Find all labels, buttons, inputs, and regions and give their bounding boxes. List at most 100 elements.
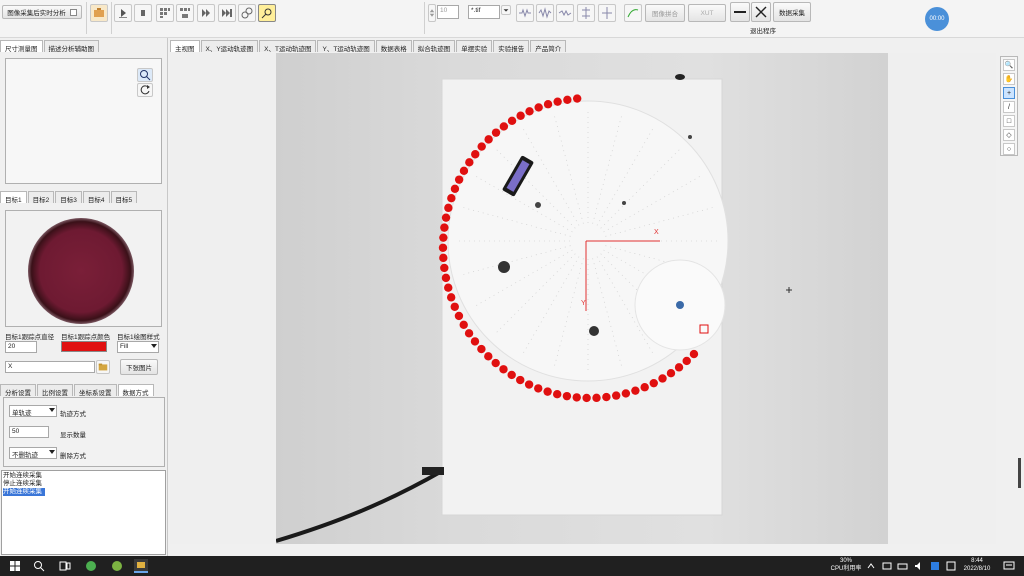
track-tool-icon[interactable]: [258, 4, 276, 22]
trajectory-point: [491, 358, 500, 368]
tab-target-2[interactable]: 目标2: [27, 191, 55, 204]
image-path-input[interactable]: X: [5, 361, 95, 373]
app-android-icon[interactable]: [110, 559, 124, 573]
tab-main-view[interactable]: 主视图: [170, 40, 200, 53]
hand-icon[interactable]: ✋: [1003, 73, 1015, 85]
refresh-icon[interactable]: [137, 83, 153, 97]
close-button[interactable]: [751, 2, 771, 22]
tab-product-intro[interactable]: 产品简介: [530, 40, 567, 53]
display-count-input[interactable]: 50: [9, 426, 49, 438]
trajectory-point: [552, 390, 562, 399]
diamond-tool-icon[interactable]: ◇: [1003, 129, 1015, 141]
file-type-value: *.tif: [471, 7, 481, 14]
log-list[interactable]: 开始连续采集 停止连续采集 开始连续采集: [1, 470, 166, 555]
circle-tool-icon[interactable]: ○: [1003, 143, 1015, 155]
minimize-button[interactable]: [730, 2, 750, 22]
chevron-down-icon: [49, 408, 55, 412]
log-item[interactable]: 停止连续采集: [3, 480, 164, 488]
chevron-up-icon[interactable]: [864, 559, 878, 573]
line-tool-icon[interactable]: /: [1003, 101, 1015, 113]
windows-start-icon[interactable]: [8, 559, 22, 573]
image-viewer[interactable]: X Y: [170, 53, 996, 544]
fast-forward-icon[interactable]: [218, 4, 236, 22]
tab-report[interactable]: 实验报告: [493, 40, 530, 53]
frames-icon[interactable]: [176, 4, 194, 22]
tab-data-mode[interactable]: 数据方式: [117, 384, 154, 397]
tab-target-1[interactable]: 目标1: [0, 191, 27, 204]
tab-xy-track[interactable]: X、Y运动轨迹图: [200, 40, 259, 53]
tab-xt-track[interactable]: X、T运动轨迹图: [259, 40, 317, 53]
trajectory-point: [450, 302, 459, 311]
search-icon[interactable]: [32, 559, 46, 573]
tab-data-table[interactable]: 数据表格: [375, 40, 412, 53]
file-type-dropdown-icon[interactable]: [501, 5, 511, 15]
tab-target-3[interactable]: 目标3: [55, 191, 82, 204]
folder-icon[interactable]: [96, 360, 110, 374]
input-method-icon[interactable]: [928, 559, 942, 573]
play-icon[interactable]: [197, 4, 215, 22]
data-collect-button[interactable]: 数据采集: [773, 2, 811, 22]
track-size-input[interactable]: 20: [5, 341, 37, 353]
crosshair-icon[interactable]: +: [1003, 87, 1015, 99]
waveform-2-icon[interactable]: [536, 4, 554, 22]
trajectory-point: [621, 389, 631, 398]
realtime-analysis-button[interactable]: 图像采集后实时分析: [2, 5, 82, 19]
waveform-icon[interactable]: [516, 4, 534, 22]
app-green-icon[interactable]: [84, 559, 98, 573]
xut-label: XUT: [700, 9, 714, 17]
separator: [424, 2, 425, 34]
file-type-select[interactable]: *.tif: [468, 5, 500, 19]
tab-yt-track[interactable]: Y、T运动轨迹图: [317, 40, 375, 53]
network-icon[interactable]: [880, 559, 894, 573]
trajectory-point: [553, 97, 562, 106]
draw-style-select[interactable]: Fill: [117, 341, 159, 353]
trajectory-point: [524, 380, 534, 389]
tab-target-5[interactable]: 目标5: [110, 191, 138, 204]
waveform-3-icon[interactable]: [556, 4, 574, 22]
clock-date[interactable]: 2022/8/10: [958, 566, 996, 573]
rectangle-tool-icon[interactable]: □: [1003, 115, 1015, 127]
trajectory-point: [689, 349, 699, 359]
frame-stepper-icon[interactable]: [428, 4, 436, 22]
tab-fit-track[interactable]: 拟合轨迹图: [412, 40, 456, 53]
curve-icon[interactable]: [624, 4, 642, 22]
cpu-percent: 30%: [839, 558, 852, 564]
step-icon[interactable]: [134, 4, 152, 22]
align-horizontal-icon[interactable]: [598, 4, 616, 22]
delete-mode-select[interactable]: 不删轨迹: [9, 447, 57, 459]
grid-icon[interactable]: [156, 4, 174, 22]
track-color-swatch[interactable]: [61, 341, 107, 352]
x-axis-label: X: [654, 229, 659, 236]
link-icon[interactable]: [238, 4, 256, 22]
trajectory-point: [440, 223, 449, 232]
xut-button[interactable]: XUT: [688, 4, 726, 22]
track-mode-select[interactable]: 单轨迹: [9, 405, 57, 417]
tab-analysis-settings[interactable]: 分析设置: [0, 384, 36, 397]
settings-tabs: 分析设置 比例设置 坐标系设置 数据方式: [0, 384, 155, 397]
task-view-icon[interactable]: [58, 559, 72, 573]
zoom-in-icon[interactable]: 🔍: [1003, 59, 1015, 71]
log-item[interactable]: 开始连续采集: [3, 472, 164, 480]
align-vertical-icon[interactable]: [577, 4, 595, 22]
extra-tray-icon[interactable]: [944, 559, 958, 573]
step-forward-icon[interactable]: [114, 4, 132, 22]
notification-icon[interactable]: [1002, 559, 1016, 573]
tab-analysis-aid[interactable]: 描述分析辅助图: [43, 40, 99, 53]
next-image-button[interactable]: 下张图片: [120, 359, 158, 375]
image-align-button[interactable]: 图像拼合: [645, 4, 685, 22]
tab-axis-settings[interactable]: 坐标系设置: [74, 384, 117, 397]
scroll-indicator[interactable]: [1018, 458, 1021, 488]
tab-size-measure[interactable]: 尺寸测量图: [0, 40, 43, 53]
tab-target-4[interactable]: 目标4: [82, 191, 110, 204]
app-tracker-icon[interactable]: [134, 559, 148, 573]
tab-pendulum[interactable]: 单摆实验: [456, 40, 493, 53]
volume-icon[interactable]: [912, 559, 926, 573]
camera-icon[interactable]: [90, 4, 108, 22]
clock-time[interactable]: 8:44: [962, 558, 992, 565]
frame-count-input[interactable]: 10: [437, 5, 459, 19]
tab-scale-settings[interactable]: 比例设置: [37, 384, 73, 397]
log-item-selected[interactable]: 开始连续采集: [3, 488, 45, 496]
timer-badge[interactable]: 00:00: [925, 7, 949, 31]
battery-icon[interactable]: [896, 559, 910, 573]
zoom-icon[interactable]: [137, 68, 153, 82]
